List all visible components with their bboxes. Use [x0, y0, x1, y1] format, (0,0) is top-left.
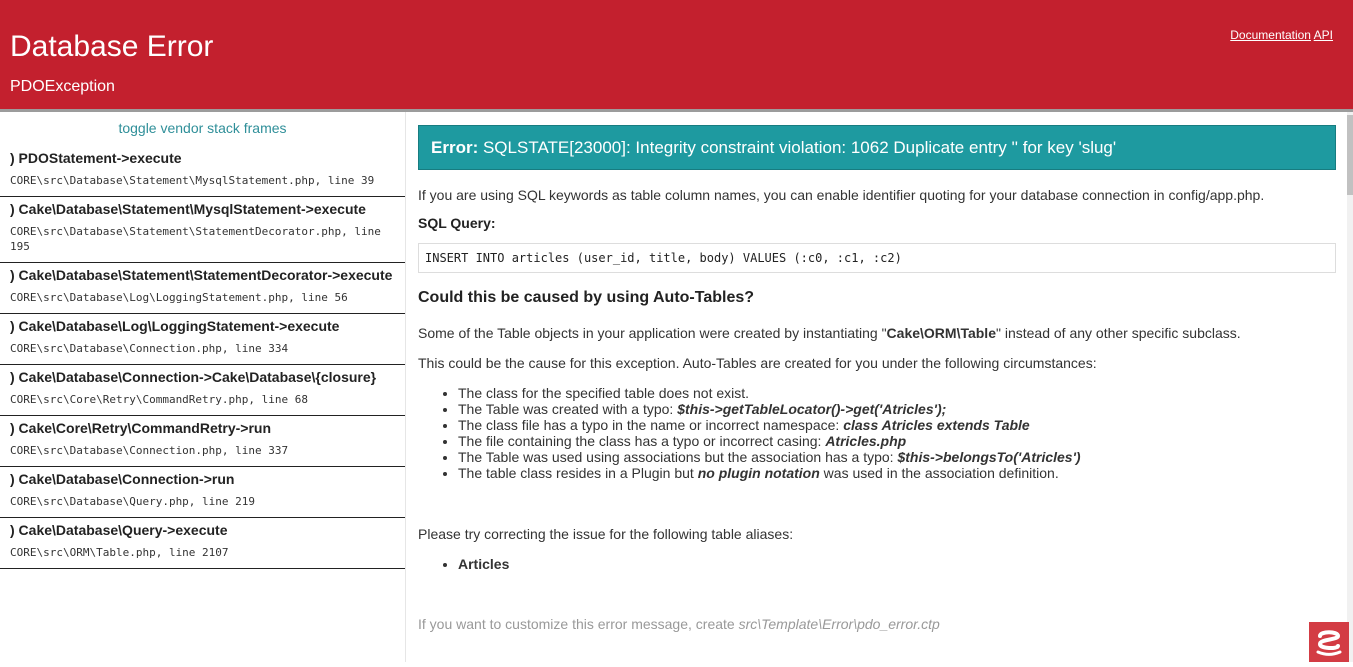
header: Database Error PDOException Documentatio… [0, 0, 1353, 112]
template-path: src\Template\Error\pdo_error.ctp [738, 616, 940, 632]
list-item-code: Atricles.php [825, 433, 907, 449]
stack-frame-file: CORE\src\Core\Retry\CommandRetry.php, li… [10, 393, 309, 406]
stack-frame[interactable]: ) PDOStatement->execute CORE\src\Databas… [0, 146, 405, 197]
list-item-text: The file containing the class has a typo… [458, 433, 826, 449]
stack-frame-function: ) PDOStatement->execute [10, 150, 182, 166]
keywords-hint: If you are using SQL keywords as table c… [418, 187, 1265, 203]
stack-frame[interactable]: ) Cake\Database\Statement\MysqlStatement… [0, 197, 405, 263]
customize-text: If you want to customize this error mess… [418, 616, 739, 632]
toggle-vendor-frames-link[interactable]: toggle vendor stack frames [0, 112, 405, 146]
stack-frame-file: CORE\src\Database\Statement\StatementDec… [10, 225, 381, 253]
list-item: The class file has a typo in the name or… [458, 417, 1336, 433]
api-link[interactable]: API [1314, 28, 1333, 42]
list-item-text: The table class resides in a Plugin but [458, 465, 698, 481]
cakephp-logo-icon[interactable] [1309, 622, 1349, 662]
stack-frame[interactable]: ) Cake\Database\Connection->Cake\Databas… [0, 365, 405, 416]
list-item-text: The class file has a typo in the name or… [458, 417, 844, 433]
list-item-code: $this->belongsTo('Atricles') [897, 449, 1081, 465]
stack-frame-file: CORE\src\Database\Connection.php, line 3… [10, 342, 289, 355]
error-content: Error: SQLSTATE[23000]: Integrity constr… [418, 125, 1336, 646]
stack-frame-file: CORE\src\Database\Statement\MysqlStateme… [10, 174, 375, 187]
stack-frame-function: ) Cake\Database\Query->execute [10, 522, 228, 538]
stack-frame-file: CORE\src\Database\Connection.php, line 3… [10, 444, 289, 457]
stack-frame-function: ) Cake\Database\Log\LoggingStatement->ex… [10, 318, 340, 334]
stack-frame-file: CORE\src\Database\Log\LoggingStatement.p… [10, 291, 348, 304]
alias-name: Articles [458, 556, 510, 572]
list-item-code: $this->getTableLocator()->get('Atricles'… [677, 401, 947, 417]
stack-frame-function: ) Cake\Core\Retry\CommandRetry->run [10, 420, 272, 436]
circumstances-list: The class for the specified table does n… [418, 385, 1336, 481]
error-message-box: Error: SQLSTATE[23000]: Integrity constr… [418, 125, 1336, 170]
error-label: Error: [431, 138, 479, 157]
table-class-name: Cake\ORM\Table [886, 325, 996, 341]
autotables-text: Some of the Table objects in your applic… [418, 325, 887, 341]
customize-hint: If you want to customize this error mess… [418, 616, 1336, 632]
header-links: Documentation API [1230, 28, 1333, 42]
autotables-heading: Could this be caused by using Auto-Table… [418, 289, 755, 306]
stack-frame-function: ) Cake\Database\Statement\StatementDecor… [10, 267, 393, 283]
list-item-text: The class for the specified table does n… [458, 385, 750, 401]
sql-query-label: SQL Query: [418, 215, 496, 231]
aliases-intro: Please try correcting the issue for the … [418, 526, 794, 542]
scrollbar-thumb[interactable] [1347, 115, 1353, 195]
page-title: Database Error [10, 30, 214, 63]
list-item-code: class Atricles extends Table [843, 417, 1030, 433]
list-item-text: The Table was used using associations bu… [458, 449, 898, 465]
autotables-cause: This could be the cause for this excepti… [418, 355, 1097, 371]
stack-frame[interactable]: ) Cake\Database\Statement\StatementDecor… [0, 263, 405, 314]
list-item-text: was used in the association definition. [819, 465, 1059, 481]
stack-frame-function: ) Cake\Database\Statement\MysqlStatement… [10, 201, 366, 217]
autotables-paragraph: Some of the Table objects in your applic… [418, 325, 1336, 341]
stack-frame[interactable]: ) Cake\Database\Query->execute CORE\src\… [0, 518, 405, 569]
list-item-text: The Table was created with a typo: [458, 401, 678, 417]
exception-class: PDOException [10, 78, 115, 95]
alias-item: Articles [458, 556, 1336, 572]
stack-frame[interactable]: ) Cake\Database\Log\LoggingStatement->ex… [0, 314, 405, 365]
error-message: SQLSTATE[23000]: Integrity constraint vi… [482, 138, 1117, 157]
aliases-list: Articles [418, 556, 1336, 572]
stack-frame[interactable]: ) Cake\Database\Connection->run CORE\src… [0, 467, 405, 518]
stack-frame-function: ) Cake\Database\Connection->run [10, 471, 235, 487]
list-item: The Table was used using associations bu… [458, 449, 1336, 465]
cake-icon [1316, 630, 1342, 656]
stack-frame-file: CORE\src\Database\Query.php, line 219 [10, 495, 256, 508]
sidebar-divider [405, 112, 406, 662]
stack-frame-file: CORE\src\ORM\Table.php, line 2107 [10, 546, 229, 559]
list-item-code: no plugin notation [697, 465, 820, 481]
stack-frame-function: ) Cake\Database\Connection->Cake\Databas… [10, 369, 377, 385]
list-item: The class for the specified table does n… [458, 385, 1336, 401]
stack-frame[interactable]: ) Cake\Core\Retry\CommandRetry->run CORE… [0, 416, 405, 467]
autotables-text: " instead of any other specific subclass… [995, 325, 1241, 341]
list-item: The Table was created with a typo: $this… [458, 401, 1336, 417]
stack-trace: toggle vendor stack frames ) PDOStatemen… [0, 112, 405, 662]
documentation-link[interactable]: Documentation [1230, 28, 1311, 42]
list-item: The table class resides in a Plugin but … [458, 465, 1336, 481]
sql-query-box: INSERT INTO articles (user_id, title, bo… [418, 243, 1336, 273]
list-item: The file containing the class has a typo… [458, 433, 1336, 449]
